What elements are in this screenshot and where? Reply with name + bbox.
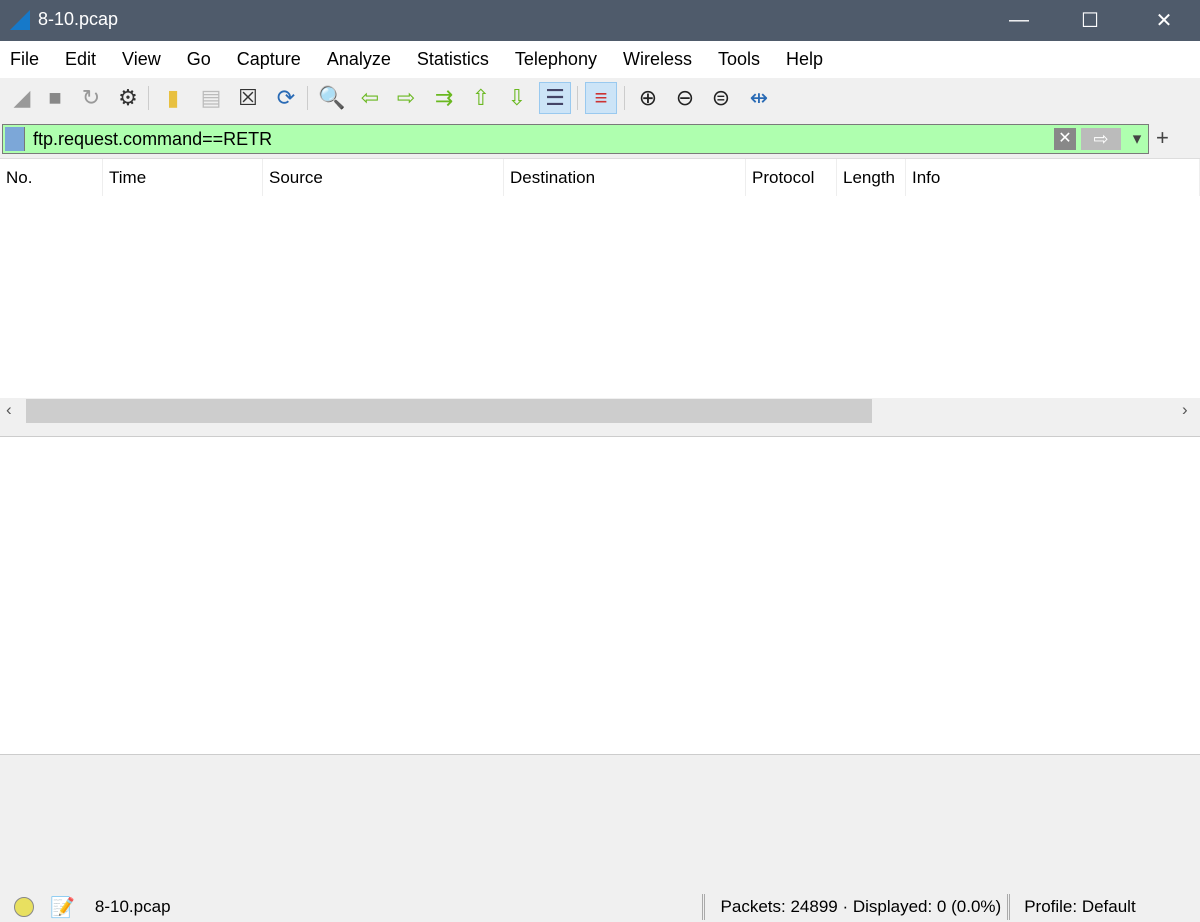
menu-tools[interactable]: Tools: [718, 49, 760, 70]
menu-go[interactable]: Go: [187, 49, 211, 70]
open-file-icon[interactable]: ▮: [157, 82, 189, 114]
status-profile[interactable]: Profile: Default: [1024, 897, 1136, 917]
column-header-time[interactable]: Time: [103, 159, 263, 197]
status-file-name: 8-10.pcap: [94, 897, 171, 916]
scroll-left-icon[interactable]: ‹: [6, 400, 12, 420]
save-file-icon[interactable]: ▤: [195, 82, 227, 114]
colorize-icon[interactable]: ≡: [585, 82, 617, 114]
resize-columns-icon[interactable]: ⇹: [743, 82, 775, 114]
menu-file[interactable]: File: [10, 49, 39, 70]
menu-bar: File Edit View Go Capture Analyze Statistics Te…: [0, 41, 1200, 78]
title-bar: 8-10.pcap — ☐ ✕: [0, 0, 1200, 41]
apply-filter-button[interactable]: ⇨: [1081, 128, 1121, 150]
column-header-length[interactable]: Length: [837, 159, 906, 197]
packet-list-header: No. Time Source Destination Protocol Length In…: [0, 158, 1200, 197]
scroll-right-icon[interactable]: ›: [1182, 400, 1188, 420]
go-to-packet-icon[interactable]: ⇉: [428, 82, 460, 114]
normal-size-icon[interactable]: ⊜: [705, 82, 737, 114]
toolbar-separator: [307, 86, 308, 110]
close-file-icon[interactable]: ☒: [232, 82, 264, 114]
go-forward-icon[interactable]: ⇨: [390, 82, 422, 114]
menu-view[interactable]: View: [122, 49, 161, 70]
close-button[interactable]: ✕: [1141, 0, 1187, 41]
window-title: 8-10.pcap: [38, 9, 119, 29]
maximize-button[interactable]: ☐: [1067, 0, 1113, 41]
toolbar-separator: [148, 86, 149, 110]
first-packet-icon[interactable]: ⇧: [465, 82, 497, 114]
packet-details-pane[interactable]: [0, 436, 1200, 755]
wireshark-logo-icon: [10, 10, 30, 30]
restart-capture-icon[interactable]: ↻: [75, 82, 107, 114]
menu-wireless[interactable]: Wireless: [623, 49, 692, 70]
start-capture-icon[interactable]: ◢: [6, 82, 38, 114]
main-toolbar: ◢ ■ ↻ ⚙ ▮ ▤ ☒ ⟳ 🔍 ⇦ ⇨ ⇉ ⇧ ⇩ ☰ ≡ ⊕ ⊖ ⊜ ⇹: [0, 78, 1200, 120]
column-header-protocol[interactable]: Protocol: [746, 159, 837, 197]
scrollbar-thumb[interactable]: [26, 399, 872, 423]
menu-analyze[interactable]: Analyze: [327, 49, 391, 70]
bookmark-icon[interactable]: [5, 127, 25, 151]
menu-capture[interactable]: Capture: [237, 49, 301, 70]
reload-file-icon[interactable]: ⟳: [270, 82, 302, 114]
packet-list[interactable]: [0, 196, 1200, 398]
zoom-out-icon[interactable]: ⊖: [669, 82, 701, 114]
column-header-source[interactable]: Source: [263, 159, 504, 197]
menu-telephony[interactable]: Telephony: [515, 49, 597, 70]
add-filter-button[interactable]: +: [1156, 125, 1169, 151]
packet-bytes-pane[interactable]: [0, 756, 1200, 890]
find-packet-icon[interactable]: 🔍: [316, 82, 348, 114]
filter-dropdown-button[interactable]: ▾: [1127, 128, 1147, 150]
status-bar: 📝 8-10.pcap Packets: 24899 · Displayed: …: [0, 892, 1200, 922]
status-packet-count: Packets: 24899 · Displayed: 0 (0.0%): [720, 897, 1002, 916]
zoom-in-icon[interactable]: ⊕: [632, 82, 664, 114]
menu-statistics[interactable]: Statistics: [417, 49, 489, 70]
menu-edit[interactable]: Edit: [65, 49, 96, 70]
column-header-no[interactable]: No.: [0, 159, 103, 197]
display-filter-input[interactable]: [33, 127, 1043, 151]
menu-help[interactable]: Help: [786, 49, 823, 70]
clear-filter-button[interactable]: ✕: [1054, 128, 1076, 150]
column-header-destination[interactable]: Destination: [504, 159, 746, 197]
minimize-button[interactable]: —: [996, 0, 1042, 41]
go-back-icon[interactable]: ⇦: [354, 82, 386, 114]
display-filter-bar: ✕ ⇨ ▾: [2, 124, 1149, 154]
expert-info-icon[interactable]: [14, 897, 34, 917]
toolbar-separator: [577, 86, 578, 110]
horizontal-scrollbar[interactable]: ‹ ›: [0, 398, 1200, 424]
capture-options-icon[interactable]: ⚙: [112, 82, 144, 114]
column-header-info[interactable]: Info: [906, 159, 1200, 197]
stop-capture-icon[interactable]: ■: [39, 82, 71, 114]
toolbar-separator: [624, 86, 625, 110]
capture-comment-icon[interactable]: 📝: [50, 895, 75, 920]
autoscroll-icon[interactable]: ☰: [539, 82, 571, 114]
last-packet-icon[interactable]: ⇩: [501, 82, 533, 114]
